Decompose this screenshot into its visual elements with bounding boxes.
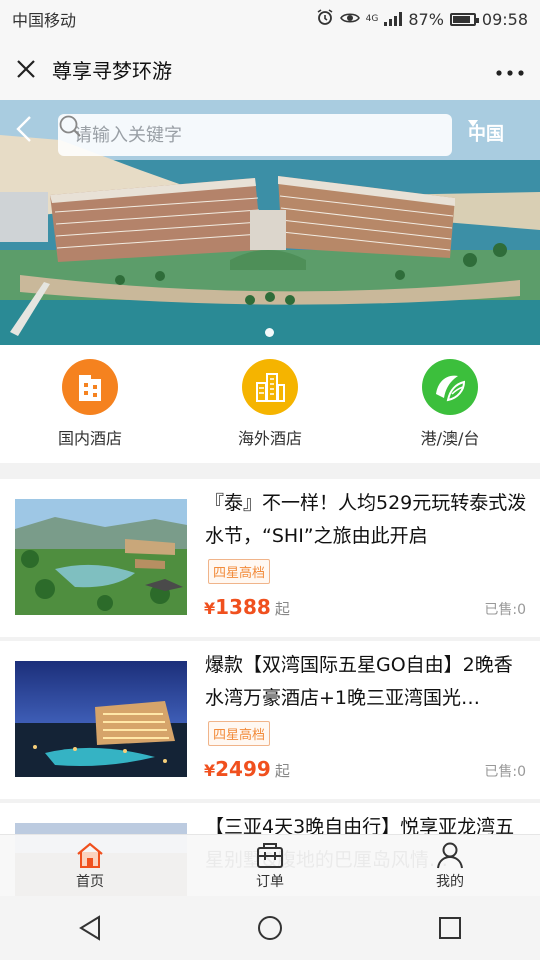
price-value: 2499: [215, 757, 271, 781]
nav-label: 海外酒店: [237, 429, 302, 448]
product-title: 爆款【双湾国际五星GO自由】2晚香水湾万豪酒店+1晚三亚湾国光…: [205, 654, 513, 709]
title-bar: 尊享寻梦环游: [0, 38, 540, 100]
tab-label: 我的: [436, 874, 464, 890]
back-arrow-icon[interactable]: [14, 114, 44, 154]
search-input[interactable]: [72, 123, 408, 147]
battery-icon: [449, 12, 479, 26]
nav-hk-macau-taiwan[interactable]: 港/澳/台: [375, 359, 525, 449]
hero-banner[interactable]: 中国: [0, 100, 540, 345]
product-card[interactable]: 『泰』不一样！人均529元玩转泰式泼水节，“SHI”之旅由此开启 四星高档 ¥1…: [0, 479, 540, 637]
price-value: 1388: [215, 595, 271, 619]
sold-count: 已售:0: [484, 602, 526, 618]
product-card[interactable]: 爆款【双湾国际五星GO自由】2晚香水湾万豪酒店+1晚三亚湾国光… 四星高档 ¥2…: [0, 641, 540, 799]
nav-overseas-hotels[interactable]: 海外酒店: [195, 359, 345, 449]
tab-label: 首页: [76, 874, 104, 890]
tab-orders[interactable]: 订单: [180, 835, 360, 897]
nav-domestic-hotels[interactable]: 国内酒店: [15, 359, 165, 449]
clock: 09:58: [481, 9, 528, 29]
tab-profile[interactable]: 我的: [360, 835, 540, 897]
caret-down-icon: [468, 120, 478, 127]
carousel-indicator[interactable]: [265, 328, 274, 337]
region-selector[interactable]: 中国: [468, 120, 504, 146]
price-suffix: 起: [274, 600, 290, 618]
nav-label: 国内酒店: [57, 429, 122, 448]
profile-icon: [437, 842, 463, 869]
currency-symbol: ¥: [204, 761, 216, 780]
sold-count: 已售:0: [484, 764, 526, 780]
system-navigation-bar: [0, 896, 540, 960]
skyscraper-icon: [242, 359, 298, 415]
home-circle-icon[interactable]: [256, 914, 284, 942]
product-price: ¥2499 起: [204, 757, 290, 781]
search-icon[interactable]: [58, 114, 82, 138]
price-suffix: 起: [274, 762, 290, 780]
close-icon[interactable]: [0, 38, 52, 100]
hk-macau-taiwan-icon: [422, 359, 478, 415]
network-type: 4G: [365, 13, 379, 24]
battery-percent: 87%: [408, 9, 444, 29]
signal-icon: [384, 12, 403, 26]
hotel-star-tag: 四星高档: [208, 559, 271, 584]
tab-home[interactable]: 首页: [0, 835, 180, 897]
building-icon: [62, 359, 118, 415]
recent-apps-icon[interactable]: [437, 915, 463, 941]
carrier-label: 中国移动: [12, 11, 77, 30]
nav-label: 港/澳/台: [420, 429, 480, 448]
category-nav: 国内酒店 海外酒店 港/澳/台: [0, 345, 540, 463]
product-price: ¥1388 起: [204, 595, 290, 619]
currency-symbol: ¥: [204, 599, 216, 618]
back-triangle-icon[interactable]: [77, 914, 103, 942]
bottom-tab-bar: 首页 订单 我的: [0, 834, 540, 897]
eye-comfort-icon: [339, 10, 360, 29]
page-title: 尊享寻梦环游: [52, 58, 172, 83]
product-image: [15, 499, 187, 615]
product-image: [15, 661, 187, 777]
more-menu-icon[interactable]: [480, 54, 540, 84]
product-title: 『泰』不一样！人均529元玩转泰式泼水节，“SHI”之旅由此开启: [205, 492, 527, 547]
hotel-star-tag: 四星高档: [208, 721, 271, 746]
order-icon: [257, 843, 283, 868]
home-icon: [77, 842, 103, 868]
tab-label: 订单: [256, 874, 284, 890]
status-indicators: 4G 87% 09:58: [316, 8, 528, 30]
alarm-icon: [316, 8, 334, 30]
status-bar: 中国移动 4G 87% 09:58: [0, 0, 540, 38]
search-bar[interactable]: [58, 114, 452, 156]
